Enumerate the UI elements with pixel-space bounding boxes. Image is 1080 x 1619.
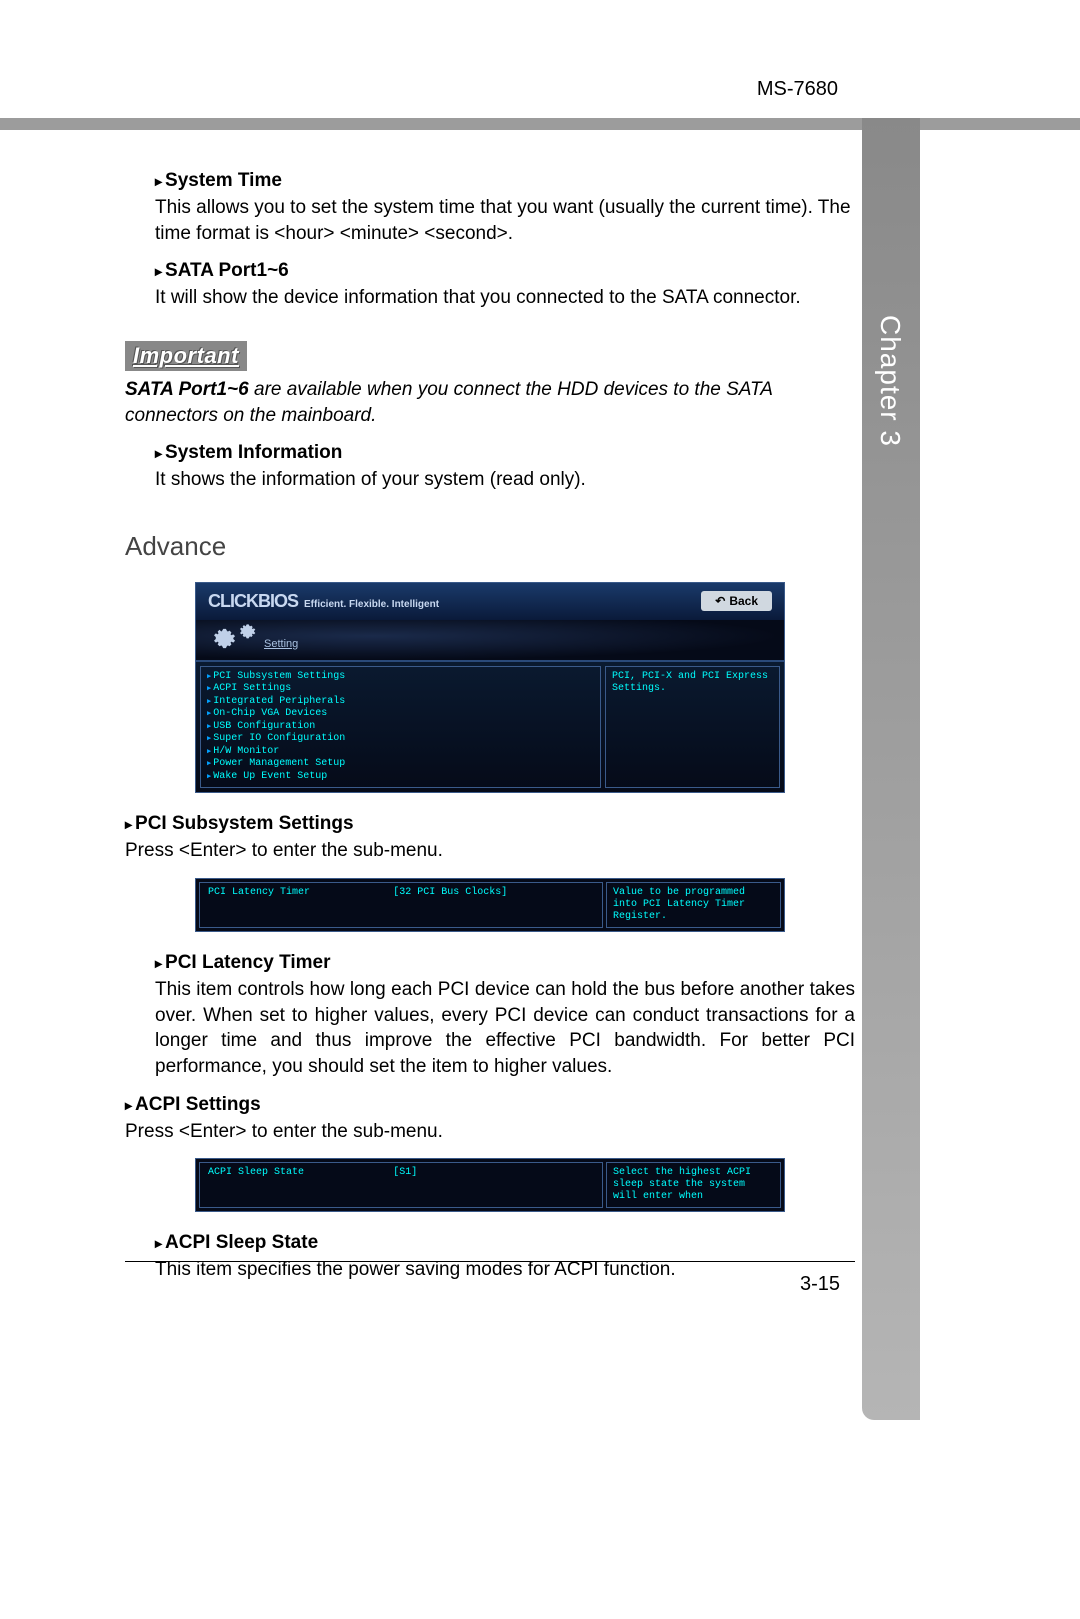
bios-menu-item[interactable]: USB Configuration [207,721,594,734]
heading-sysinfo: System Information [155,442,855,464]
bios-brand: CLICKBIOS [208,591,298,612]
bios-menu-item[interactable]: Wake Up Event Setup [207,771,594,784]
heading-acpi-sleep: ACPI Sleep State [155,1232,855,1254]
setting-tab[interactable]: Setting [264,638,298,650]
bios-toolbar: Setting [196,620,784,660]
bios-header: CLICKBIOS Efficient. Flexible. Intellige… [196,583,784,620]
heading-system-time: System Time [155,170,855,192]
back-label: Back [729,594,758,608]
important-note: SATA Port1~6 are available when you conn… [125,377,855,428]
bios-row[interactable]: ACPI Sleep State [S1] [199,1162,603,1208]
important-note-bold: SATA Port1~6 [125,379,249,400]
bios-help-panel: PCI, PCI-X and PCI Express Settings. [605,666,780,789]
document-id: MS-7680 [757,78,838,101]
bios-help-text: Value to be programmed into PCI Latency … [606,882,781,928]
chapter-tab-bg [862,118,920,1420]
bios-body: PCI Subsystem Settings ACPI Settings Int… [196,660,784,793]
heading-acpi: ACPI Settings [125,1094,855,1116]
page-content: System Time This allows you to set the s… [125,170,855,1297]
bios-row-value: [32 PCI Bus Clocks] [393,887,594,898]
bios-menu-item[interactable]: Integrated Peripherals [207,696,594,709]
bios-logo: CLICKBIOS Efficient. Flexible. Intellige… [208,591,439,612]
text-pci-subsystem: Press <Enter> to enter the sub-menu. [125,838,855,864]
back-arrow-icon: ↶ [715,594,725,608]
bios-screenshot-advance: CLICKBIOS Efficient. Flexible. Intellige… [195,582,785,794]
bios-menu-item[interactable]: PCI Subsystem Settings [207,671,594,684]
text-acpi: Press <Enter> to enter the sub-menu. [125,1119,855,1145]
bios-menu-item[interactable]: Super IO Configuration [207,733,594,746]
bios-help-text: PCI, PCI-X and PCI Express Settings. [612,671,773,696]
bios-help-text: Select the highest ACPI sleep state the … [606,1162,781,1208]
important-badge: Important [125,341,247,371]
bios-screenshot-acpi: ACPI Sleep State [S1] Select the highest… [195,1158,785,1212]
gear-icon [214,627,236,649]
bios-row-value: [S1] [393,1167,594,1178]
bios-menu-item[interactable]: Power Management Setup [207,758,594,771]
heading-pci-subsystem: PCI Subsystem Settings [125,813,855,835]
text-pci-latency: This item controls how long each PCI dev… [155,977,855,1080]
bios-row[interactable]: PCI Latency Timer [32 PCI Bus Clocks] [199,882,603,928]
bios-menu-item[interactable]: On-Chip VGA Devices [207,708,594,721]
footer-rule [125,1261,855,1262]
bios-row-label: ACPI Sleep State [208,1167,393,1178]
gear-icon-small [240,623,256,639]
bios-menu-panel: PCI Subsystem Settings ACPI Settings Int… [200,666,601,789]
bios-menu-item[interactable]: H/W Monitor [207,746,594,759]
page-number: 3-15 [800,1273,840,1296]
bios-screenshot-pci-latency: PCI Latency Timer [32 PCI Bus Clocks] Va… [195,878,785,932]
back-button[interactable]: ↶ Back [701,591,772,611]
text-sysinfo: It shows the information of your system … [155,467,855,493]
text-sata: It will show the device information that… [155,285,855,311]
bios-menu-item[interactable]: ACPI Settings [207,683,594,696]
heading-pci-latency: PCI Latency Timer [155,952,855,974]
heading-advance: Advance [125,531,855,562]
bios-row-label: PCI Latency Timer [208,887,393,898]
heading-sata: SATA Port1~6 [155,260,855,282]
text-system-time: This allows you to set the system time t… [155,195,855,246]
bios-tagline: Efficient. Flexible. Intelligent [304,599,439,610]
chapter-tab-label: Chapter 3 [874,315,906,447]
